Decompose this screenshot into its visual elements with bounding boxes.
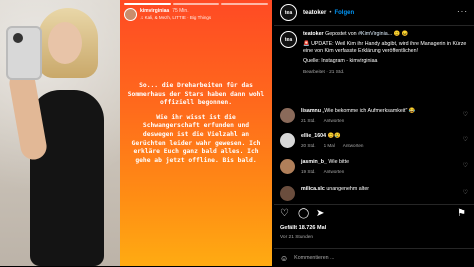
comment-body: jasmin_b_ Wie bitte 19 Std. Antworten — [301, 159, 352, 174]
comment-body: lisamnu „Wie bekomme ich Aufmerksamkeit"… — [301, 108, 415, 123]
comment-item: jasmin_b_ Wie bitte 19 Std. Antworten ♡ — [280, 159, 468, 174]
caption-line-3: Quelle: Instagram - kimvirginiaa — [303, 58, 378, 64]
emoji-icon[interactable]: ☺ — [280, 254, 288, 263]
story-avatar — [124, 8, 137, 21]
comment-item: ellie_1604 😊😢 20 Std. 1 Mal Antworten ♡ — [280, 133, 468, 148]
comment-username[interactable]: lisamnu — [301, 108, 321, 114]
story-username-row: kimvirginiaa 75 Min. — [140, 8, 211, 14]
comment-meta: 19 Std. Antworten — [301, 169, 352, 174]
comment-text-row: jasmin_b_ Wie bitte — [301, 159, 352, 166]
comment-text-row: milica.slc unangenehm alter — [301, 186, 369, 193]
story-progress-segment — [172, 3, 220, 5]
caption-line-2: 🚨 UPDATE: Weil Kim ihr Handy abgibt, wir… — [303, 41, 467, 54]
reply-button[interactable]: Antworten — [324, 118, 345, 123]
post-header: tea teatoker • Folgen ··· — [274, 0, 474, 26]
follow-button[interactable]: Folgen — [334, 10, 354, 16]
caption-emoji: 😐 😖 — [393, 31, 409, 37]
like-icon[interactable]: ♡ — [280, 209, 289, 219]
add-comment-bar: ☺ Kommentieren ... — [274, 248, 474, 267]
phone-camera — [13, 33, 23, 43]
story-username: kimvirginiaa — [140, 8, 170, 14]
comment-like-icon[interactable]: ♡ — [463, 189, 468, 196]
reply-button[interactable]: Antworten — [343, 143, 364, 148]
comment-avatar[interactable] — [280, 186, 295, 201]
comment-item: milica.slc unangenehm alter ♡ — [280, 186, 468, 201]
story-screenshot: kimvirginiaa 75 Min. ♫ Kali, & Mezh, LITT… — [120, 0, 272, 266]
comment-like-icon[interactable]: ♡ — [463, 111, 468, 118]
post-panel: tea teatoker • Folgen ··· tea teatoker G… — [274, 0, 474, 266]
story-time: 75 Min. — [172, 8, 189, 14]
comment-body: ellie_1604 😊😢 20 Std. 1 Mal Antworten — [301, 133, 371, 148]
comment-avatar[interactable] — [280, 159, 295, 174]
comment-username[interactable]: ellie_1604 — [301, 133, 326, 139]
story-music-label: Kali, & Mezh, LITTIE · Big Things — [144, 15, 212, 20]
more-options-icon[interactable]: ··· — [457, 7, 468, 16]
comment-icon[interactable]: ◯ — [298, 209, 309, 219]
comment-username[interactable]: jasmin_b_ — [301, 159, 327, 165]
stage: kimvirginiaa 75 Min. ♫ Kali, & Mezh, LITT… — [0, 0, 474, 266]
story-progress-segment — [221, 3, 269, 5]
story-progress-bars — [124, 3, 269, 5]
post-caption: tea teatoker Gepostet von #KimVirginia..… — [280, 31, 468, 76]
comment-avatar[interactable] — [280, 133, 295, 148]
comment-item: lisamnu „Wie bekomme ich Aufmerksamkeit"… — [280, 108, 468, 123]
post-timestamp: Vor 21 Stunden — [280, 235, 314, 240]
comment-text-row: lisamnu „Wie bekomme ich Aufmerksamkeit"… — [301, 108, 415, 115]
comment-text: „Wie bekomme ich Aufmerksamkeit" 😂 — [322, 108, 416, 114]
comment-username[interactable]: milica.slc — [301, 186, 325, 192]
comment-meta: 20 Std. 1 Mal Antworten — [301, 143, 371, 148]
comment-time: 20 Std. — [301, 143, 316, 148]
caption-username[interactable]: teatoker — [303, 31, 324, 37]
caption-row: tea teatoker Gepostet von #KimVirginia..… — [280, 31, 468, 76]
bookmark-icon[interactable]: ⚑ — [457, 209, 466, 219]
comment-text: unangenehm alter — [326, 186, 370, 192]
separator-dot: • — [329, 9, 332, 16]
author-username[interactable]: teatoker — [303, 10, 326, 16]
comment-time: 19 Std. — [301, 169, 316, 174]
post-actions: ♡ ◯ ➤ ⚑ — [274, 204, 474, 222]
caption-line-1: teatoker Gepostet von #KimVirginia... 😐 … — [303, 31, 468, 38]
comment-like-icon[interactable]: ♡ — [463, 162, 468, 169]
comment-input[interactable]: Kommentieren ... — [294, 255, 334, 261]
comment-meta: 21 Std. Antworten — [301, 118, 415, 123]
phone — [6, 26, 42, 80]
comment-text-row: ellie_1604 😊😢 — [301, 133, 371, 140]
post-photo — [0, 0, 120, 266]
story-text: So... die Dreharbeiten für das Sommerhau… — [126, 82, 266, 171]
reply-button[interactable]: Antworten — [324, 169, 345, 174]
comment-time: 21 Std. — [301, 118, 316, 123]
comment-like-icon[interactable]: ♡ — [463, 136, 468, 143]
comment-text: 😊😢 — [327, 133, 341, 139]
comment-avatar[interactable] — [280, 108, 295, 123]
author-avatar[interactable]: tea — [280, 4, 297, 21]
comment-body: milica.slc unangenehm alter — [301, 186, 369, 193]
face — [48, 22, 82, 64]
comment-likes[interactable]: 1 Mal — [324, 143, 335, 148]
caption-hashtag-link[interactable]: #KimVirginia... — [358, 31, 392, 37]
story-progress-segment — [124, 3, 171, 5]
caption-text: teatoker Gepostet von #KimVirginia... 😐 … — [303, 31, 468, 76]
likes-count[interactable]: Gefällt 18.726 Mal — [280, 225, 326, 231]
caption-meta: Bearbeitet · 21 Std. — [303, 70, 345, 75]
share-icon[interactable]: ➤ — [316, 209, 324, 219]
story-music: ♫ Kali, & Mezh, LITTIE · Big Things — [140, 15, 212, 20]
caption-avatar[interactable]: tea — [280, 31, 297, 48]
story-paragraph: Wie ihr wisst ist die Schwangerschaft er… — [131, 113, 261, 164]
caption-prefix: Gepostet von — [325, 31, 357, 37]
story-header: kimvirginiaa 75 Min. ♫ Kali, & Mezh, LITT… — [124, 8, 211, 21]
comment-text: Wie bitte — [328, 159, 350, 165]
story-paragraph: So... die Dreharbeiten für das Sommerhau… — [127, 82, 265, 107]
